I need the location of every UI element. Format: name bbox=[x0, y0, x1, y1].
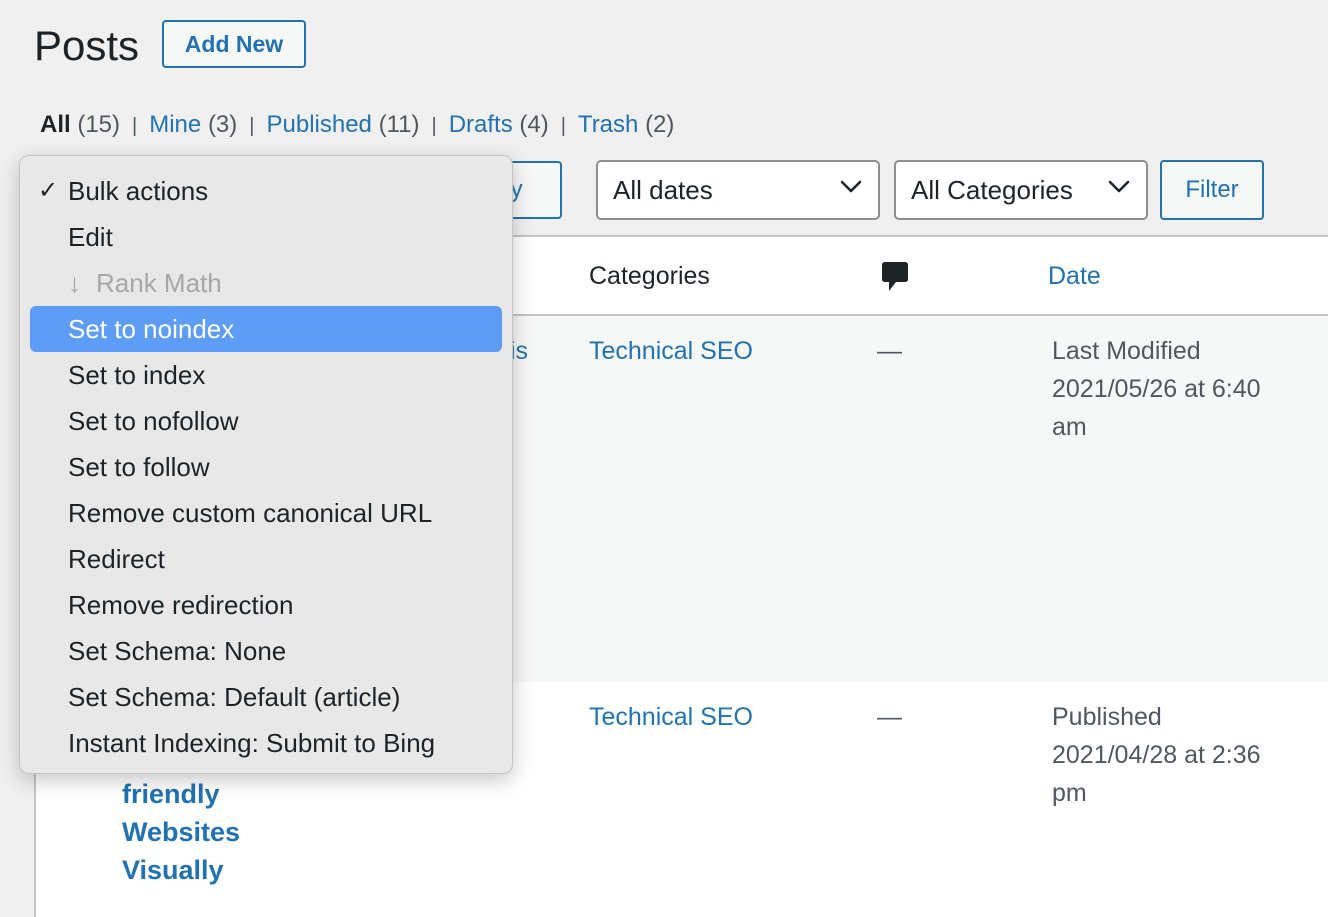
column-header-categories: Categories bbox=[589, 262, 710, 290]
separator: | bbox=[431, 115, 437, 137]
category-link[interactable]: Technical SEO bbox=[589, 332, 753, 370]
title-line: friendly bbox=[122, 779, 220, 809]
date-ampm: am bbox=[1052, 413, 1087, 441]
menu-item-bulk-actions[interactable]: ✓ Bulk actions bbox=[30, 168, 502, 214]
chevron-down-icon bbox=[840, 180, 862, 193]
comment-count: — bbox=[877, 337, 902, 365]
categories-select-value: All Categories bbox=[911, 175, 1073, 205]
menu-item-set-noindex[interactable]: Set to noindex bbox=[30, 306, 502, 352]
menu-item-label: Set to nofollow bbox=[68, 406, 239, 436]
menu-item-label: Set Schema: Default (article) bbox=[68, 682, 401, 712]
filter-drafts[interactable]: Drafts (4) bbox=[449, 108, 549, 142]
date-ampm: pm bbox=[1052, 779, 1087, 807]
add-new-button[interactable]: Add New bbox=[162, 20, 306, 68]
filter-all[interactable]: All (15) bbox=[40, 108, 120, 142]
category-link[interactable]: Technical SEO bbox=[589, 698, 753, 736]
menu-item-remove-redirection[interactable]: Remove redirection bbox=[30, 582, 502, 628]
dates-select-value: All dates bbox=[613, 175, 713, 205]
post-title-link[interactable]: friendly Websites Visually bbox=[122, 775, 240, 889]
menu-item-schema-default[interactable]: Set Schema: Default (article) bbox=[30, 674, 502, 720]
menu-item-set-index[interactable]: Set to index bbox=[30, 352, 502, 398]
chevron-down-icon bbox=[1108, 180, 1130, 193]
comment-icon[interactable] bbox=[881, 260, 909, 294]
checkmark-icon: ✓ bbox=[38, 177, 59, 204]
title-line: Websites bbox=[122, 817, 241, 847]
menu-item-redirect[interactable]: Redirect bbox=[30, 536, 502, 582]
menu-item-label: Set to index bbox=[68, 360, 206, 390]
menu-item-label: Remove redirection bbox=[68, 590, 294, 620]
menu-item-label: Set to follow bbox=[68, 452, 210, 482]
menu-item-label: Set to noindex bbox=[68, 314, 235, 344]
menu-item-instant-indexing-bing[interactable]: Instant Indexing: Submit to Bing bbox=[30, 720, 502, 766]
menu-group-rank-math: ↓ Rank Math bbox=[30, 260, 502, 306]
dates-select[interactable]: All dates bbox=[596, 160, 880, 220]
bulk-actions-menu: ✓ Bulk actions Edit ↓ Rank Math Set to no… bbox=[19, 155, 513, 774]
separator: | bbox=[132, 115, 138, 137]
menu-item-set-nofollow[interactable]: Set to nofollow bbox=[30, 398, 502, 444]
date-status: Published bbox=[1052, 703, 1162, 731]
filter-button[interactable]: Filter bbox=[1160, 160, 1264, 220]
menu-item-remove-canonical[interactable]: Remove custom canonical URL bbox=[30, 490, 502, 536]
menu-item-label: Redirect bbox=[68, 544, 165, 574]
menu-item-set-follow[interactable]: Set to follow bbox=[30, 444, 502, 490]
menu-item-edit[interactable]: Edit bbox=[30, 214, 502, 260]
date-status: Last Modified bbox=[1052, 337, 1201, 365]
menu-item-label: Instant Indexing: Submit to Bing bbox=[68, 728, 436, 758]
menu-item-label: Bulk actions bbox=[68, 176, 209, 206]
filter-mine[interactable]: Mine (3) bbox=[149, 108, 237, 142]
menu-item-label: Remove custom canonical URL bbox=[68, 498, 433, 528]
arrow-down-icon: ↓ bbox=[68, 268, 81, 298]
separator: | bbox=[249, 115, 255, 137]
menu-item-label: Edit bbox=[68, 222, 113, 252]
menu-item-schema-none[interactable]: Set Schema: None bbox=[30, 628, 502, 674]
date-cell: Last Modified 2021/05/26 at 6:40 am bbox=[1052, 332, 1302, 446]
filter-trash[interactable]: Trash (2) bbox=[578, 108, 674, 142]
date-cell: Published 2021/04/28 at 2:36 pm bbox=[1052, 698, 1302, 812]
column-header-date[interactable]: Date bbox=[1048, 259, 1101, 293]
date-value: 2021/04/28 at 2:36 bbox=[1052, 741, 1261, 769]
title-line: Visually bbox=[122, 855, 224, 885]
date-value: 2021/05/26 at 6:40 bbox=[1052, 375, 1261, 403]
page-title: Posts bbox=[34, 22, 140, 69]
separator: | bbox=[560, 115, 566, 137]
status-filter-links: All (15) | Mine (3) | Published (11) | Drafts … bbox=[40, 108, 674, 143]
menu-item-label: Set Schema: None bbox=[68, 636, 287, 666]
filter-published[interactable]: Published (11) bbox=[266, 108, 419, 142]
categories-select[interactable]: All Categories bbox=[894, 160, 1148, 220]
comment-count: — bbox=[877, 703, 902, 731]
menu-item-label: Rank Math bbox=[96, 268, 222, 298]
